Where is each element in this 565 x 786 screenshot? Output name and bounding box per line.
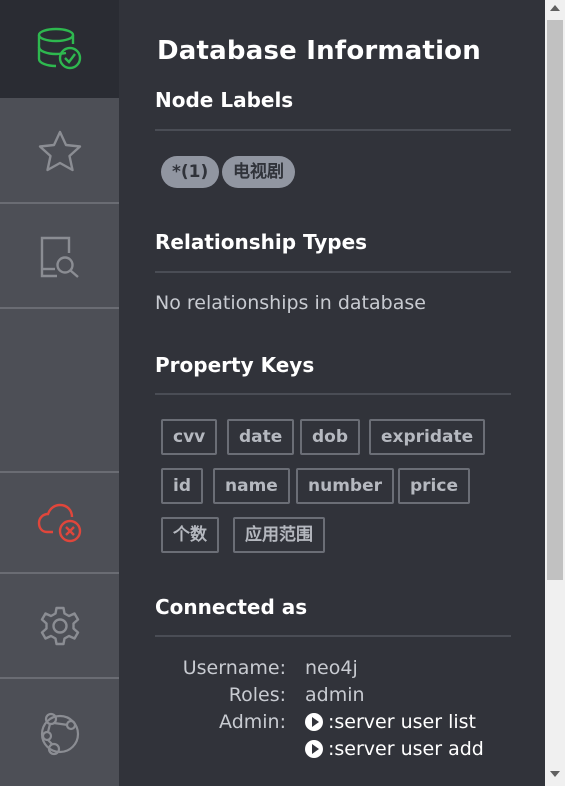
- node-label-pill[interactable]: 电视剧: [222, 156, 295, 188]
- connected-as-heading: Connected as: [155, 595, 308, 619]
- play-icon: [305, 713, 323, 731]
- node-labels-heading: Node Labels: [155, 88, 294, 112]
- drawer-title: Database Information: [157, 36, 481, 66]
- nav-database-info[interactable]: [0, 0, 119, 98]
- nav-favorites[interactable]: [0, 99, 119, 204]
- username-value: neo4j: [305, 657, 358, 679]
- property-key-tag[interactable]: price: [398, 468, 470, 504]
- command-text: :server user add: [328, 738, 484, 760]
- username-label: Username:: [182, 657, 286, 679]
- divider: [155, 129, 511, 131]
- roles-value: admin: [305, 684, 365, 706]
- node-label-pill[interactable]: *(1): [161, 156, 220, 188]
- divider: [155, 393, 511, 395]
- property-key-tag[interactable]: number: [296, 468, 395, 504]
- property-key-tag[interactable]: dob: [300, 419, 361, 455]
- server-user-list-command[interactable]: :server user list: [305, 711, 476, 733]
- nav-documents[interactable]: [0, 206, 119, 309]
- property-key-tag[interactable]: id: [161, 468, 203, 504]
- nav-settings[interactable]: [0, 576, 119, 679]
- no-relationships-text: No relationships in database: [155, 292, 426, 314]
- server-user-add-command[interactable]: :server user add: [305, 738, 484, 760]
- divider: [155, 635, 511, 637]
- relationship-types-heading: Relationship Types: [155, 230, 368, 254]
- admin-label: Admin:: [219, 711, 286, 733]
- scroll-down-arrow-icon[interactable]: [550, 771, 560, 777]
- nav-about[interactable]: [0, 681, 119, 786]
- nav-connection-status[interactable]: [0, 471, 119, 574]
- scrollbar-thumb[interactable]: [547, 20, 563, 580]
- sidebar: [0, 0, 119, 786]
- star-icon: [38, 130, 81, 171]
- scroll-up-arrow-icon[interactable]: [550, 5, 560, 11]
- property-key-tag[interactable]: 应用范围: [233, 517, 325, 553]
- gear-icon: [40, 606, 79, 645]
- property-keys-heading: Property Keys: [155, 353, 315, 377]
- property-key-tag[interactable]: 个数: [161, 517, 219, 553]
- property-key-tag[interactable]: name: [213, 468, 290, 504]
- vertical-scrollbar[interactable]: [545, 0, 565, 786]
- divider: [155, 271, 511, 273]
- cloud-disconnected-icon: [37, 503, 81, 542]
- command-text: :server user list: [328, 711, 476, 733]
- neo4j-browser-icon: [40, 712, 79, 755]
- play-icon: [305, 740, 323, 758]
- document-search-icon: [40, 236, 79, 278]
- database-check-icon: [37, 27, 81, 70]
- roles-label: Roles:: [228, 684, 286, 706]
- property-key-tag[interactable]: date: [227, 419, 295, 455]
- property-key-tag[interactable]: expridate: [369, 419, 486, 455]
- property-key-tag[interactable]: cvv: [161, 419, 218, 455]
